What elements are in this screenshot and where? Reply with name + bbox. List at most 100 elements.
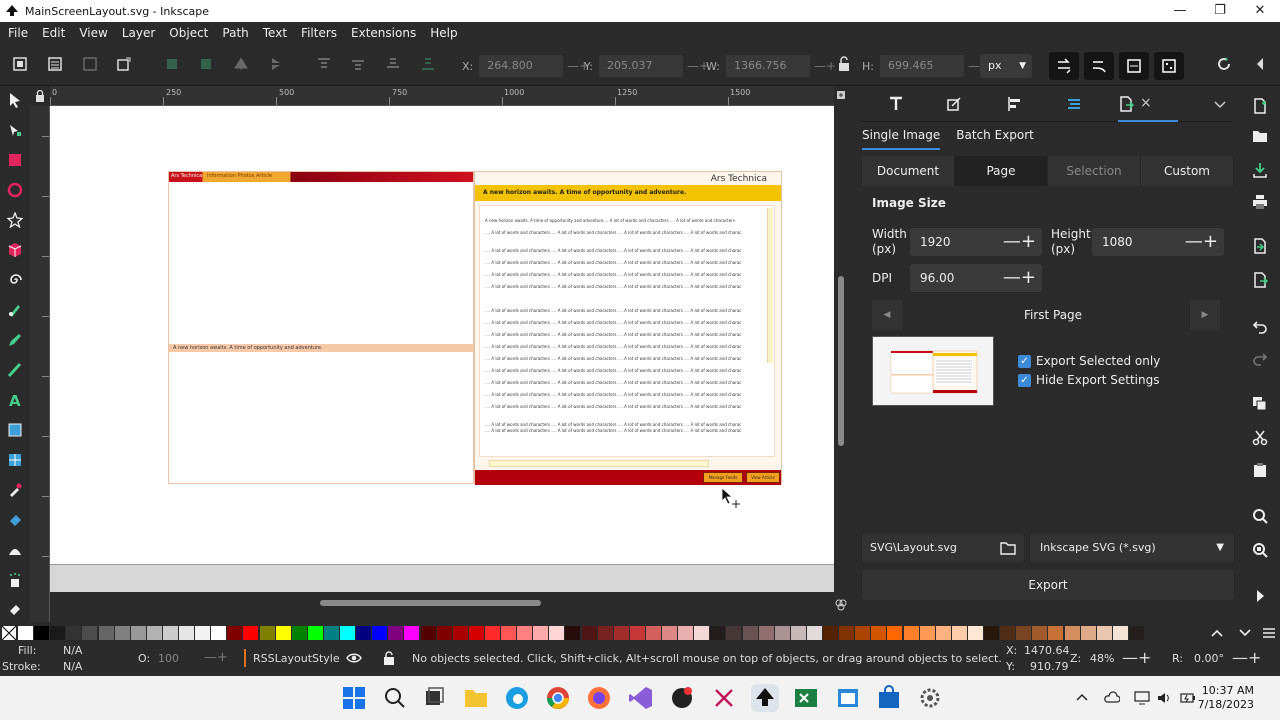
spiral-tool-icon[interactable] [7, 272, 23, 288]
palette-swatch[interactable] [436, 626, 452, 640]
lower-icon[interactable] [385, 56, 401, 72]
file-explorer-icon[interactable] [462, 684, 490, 712]
guides-lock-icon[interactable] [34, 90, 46, 102]
close-tab-icon[interactable]: × [1140, 95, 1152, 111]
area-page-button[interactable]: Page [955, 156, 1048, 186]
raise-to-top-icon[interactable] [316, 56, 332, 72]
maximize-button[interactable]: ❐ [1200, 0, 1240, 22]
open-document-icon[interactable] [1252, 128, 1268, 144]
palette-swatch[interactable] [372, 626, 388, 640]
palette-swatch[interactable] [146, 626, 162, 640]
spreadsheet-app-icon[interactable] [792, 684, 820, 712]
mesh-tool-icon[interactable] [7, 452, 23, 468]
palette-swatch[interactable] [726, 626, 742, 640]
settings-app-icon[interactable] [916, 684, 944, 712]
undo-icon[interactable] [1252, 318, 1268, 334]
palette-swatch[interactable] [806, 626, 822, 640]
eraser-tool-icon[interactable] [7, 600, 23, 616]
rotation-input[interactable]: 0.00° [1194, 652, 1224, 665]
palette-swatch[interactable] [839, 626, 855, 640]
width-stepper[interactable]: —+ [1003, 228, 1036, 256]
w-input[interactable]: 1366.756 [725, 55, 810, 77]
export-filetype-select[interactable]: Inkscape SVG (*.svg) ▼ [1030, 534, 1234, 562]
palette-swatch[interactable] [871, 626, 887, 640]
palette-swatch[interactable] [613, 626, 629, 640]
right-panel-drawing[interactable]: Ars Technica A new horizon awaits. A tim… [474, 171, 782, 485]
palette-swatch[interactable] [694, 626, 710, 640]
palette-swatch[interactable] [790, 626, 806, 640]
palette-scroll-down-icon[interactable] [1238, 626, 1252, 640]
node-tool-icon[interactable] [7, 122, 23, 138]
transform-patterns-button[interactable] [1154, 52, 1184, 80]
print-icon[interactable] [1252, 194, 1268, 210]
no-paint-icon[interactable] [2, 626, 16, 640]
ellipse-tool-icon[interactable] [7, 182, 23, 198]
area-selection-button[interactable]: Selection [1048, 156, 1141, 186]
paste-icon[interactable] [1252, 462, 1268, 478]
cut-icon[interactable] [1252, 430, 1268, 446]
opacity-stepper[interactable]: —+ [204, 650, 228, 665]
x-input[interactable]: 264.800 [479, 55, 564, 77]
menu-extensions[interactable]: Extensions [351, 26, 416, 40]
palette-swatch[interactable] [1032, 626, 1048, 640]
palette-swatch[interactable] [935, 626, 951, 640]
selector-tool-icon[interactable] [7, 92, 23, 108]
palette-swatch[interactable] [66, 626, 82, 640]
palette-swatch[interactable] [195, 626, 211, 640]
scale-corners-button[interactable] [1084, 52, 1114, 80]
visual-studio-icon[interactable] [627, 684, 655, 712]
y-coordinate[interactable]: Y: 205.037 —+ [584, 55, 709, 77]
palette-swatch[interactable] [98, 626, 114, 640]
chrome-browser-icon[interactable] [544, 684, 572, 712]
onedrive-icon[interactable] [1104, 690, 1120, 706]
palette-swatch[interactable] [34, 626, 50, 640]
redo-icon[interactable] [1252, 350, 1268, 366]
flip-horizontal-icon[interactable] [233, 56, 249, 72]
palette-swatch[interactable] [452, 626, 468, 640]
export-selected-only-checkbox[interactable]: ✓ Export Selected only [1018, 354, 1160, 368]
width-field[interactable]: 1920 —+ [910, 228, 1042, 256]
palette-swatch[interactable] [162, 626, 178, 640]
palette-swatch[interactable] [710, 626, 726, 640]
rotation-stepper[interactable]: —+ [1232, 648, 1261, 667]
menu-view[interactable]: View [79, 26, 107, 40]
palette-swatch[interactable] [468, 626, 484, 640]
palette-swatch[interactable] [227, 626, 243, 640]
palette-swatch[interactable] [951, 626, 967, 640]
palette-swatch[interactable] [50, 626, 66, 640]
export-icon[interactable] [1252, 272, 1268, 288]
pen-tool-icon[interactable] [7, 302, 23, 318]
more-commands-icon[interactable] [1252, 588, 1268, 604]
folder-icon[interactable] [1000, 540, 1016, 556]
menu-text[interactable]: Text [263, 26, 287, 40]
export-filename-input[interactable]: SVG\Layout.svg [862, 534, 1024, 562]
select-all-icon[interactable] [12, 56, 28, 72]
zoom-selection-icon[interactable] [1252, 508, 1268, 524]
zoom-drawing-icon[interactable] [1252, 542, 1268, 558]
snipping-tool-icon[interactable] [710, 684, 738, 712]
palette-swatch[interactable] [1112, 626, 1128, 640]
fill-value[interactable]: N/A [63, 644, 82, 657]
palette-swatch[interactable] [678, 626, 694, 640]
calligraphy-tool-icon[interactable] [7, 362, 23, 378]
palette-swatch[interactable] [18, 626, 33, 640]
menu-file[interactable]: File [8, 26, 28, 40]
y-input[interactable]: 205.037 [598, 55, 683, 77]
3d-box-tool-icon[interactable] [7, 242, 23, 258]
layer-lock-icon[interactable] [383, 651, 395, 665]
w-stepper[interactable]: —+ [814, 59, 836, 73]
palette-menu-icon[interactable] [1262, 626, 1276, 640]
palette-swatch[interactable] [903, 626, 919, 640]
palette-swatch[interactable] [1128, 626, 1144, 640]
palette-swatch[interactable] [855, 626, 871, 640]
area-document-button[interactable]: Document [862, 156, 955, 186]
menu-path[interactable]: Path [222, 26, 248, 40]
next-page-icon[interactable]: ▶ [1190, 300, 1220, 330]
record-app-icon[interactable] [668, 684, 696, 712]
windows-start-icon[interactable] [340, 684, 368, 712]
palette-swatch[interactable] [388, 626, 404, 640]
width-coordinate[interactable]: W: 1366.756 —+ [706, 55, 836, 77]
palette-swatch[interactable] [259, 626, 275, 640]
task-view-icon[interactable] [420, 684, 448, 712]
new-document-icon[interactable] [1252, 98, 1268, 114]
